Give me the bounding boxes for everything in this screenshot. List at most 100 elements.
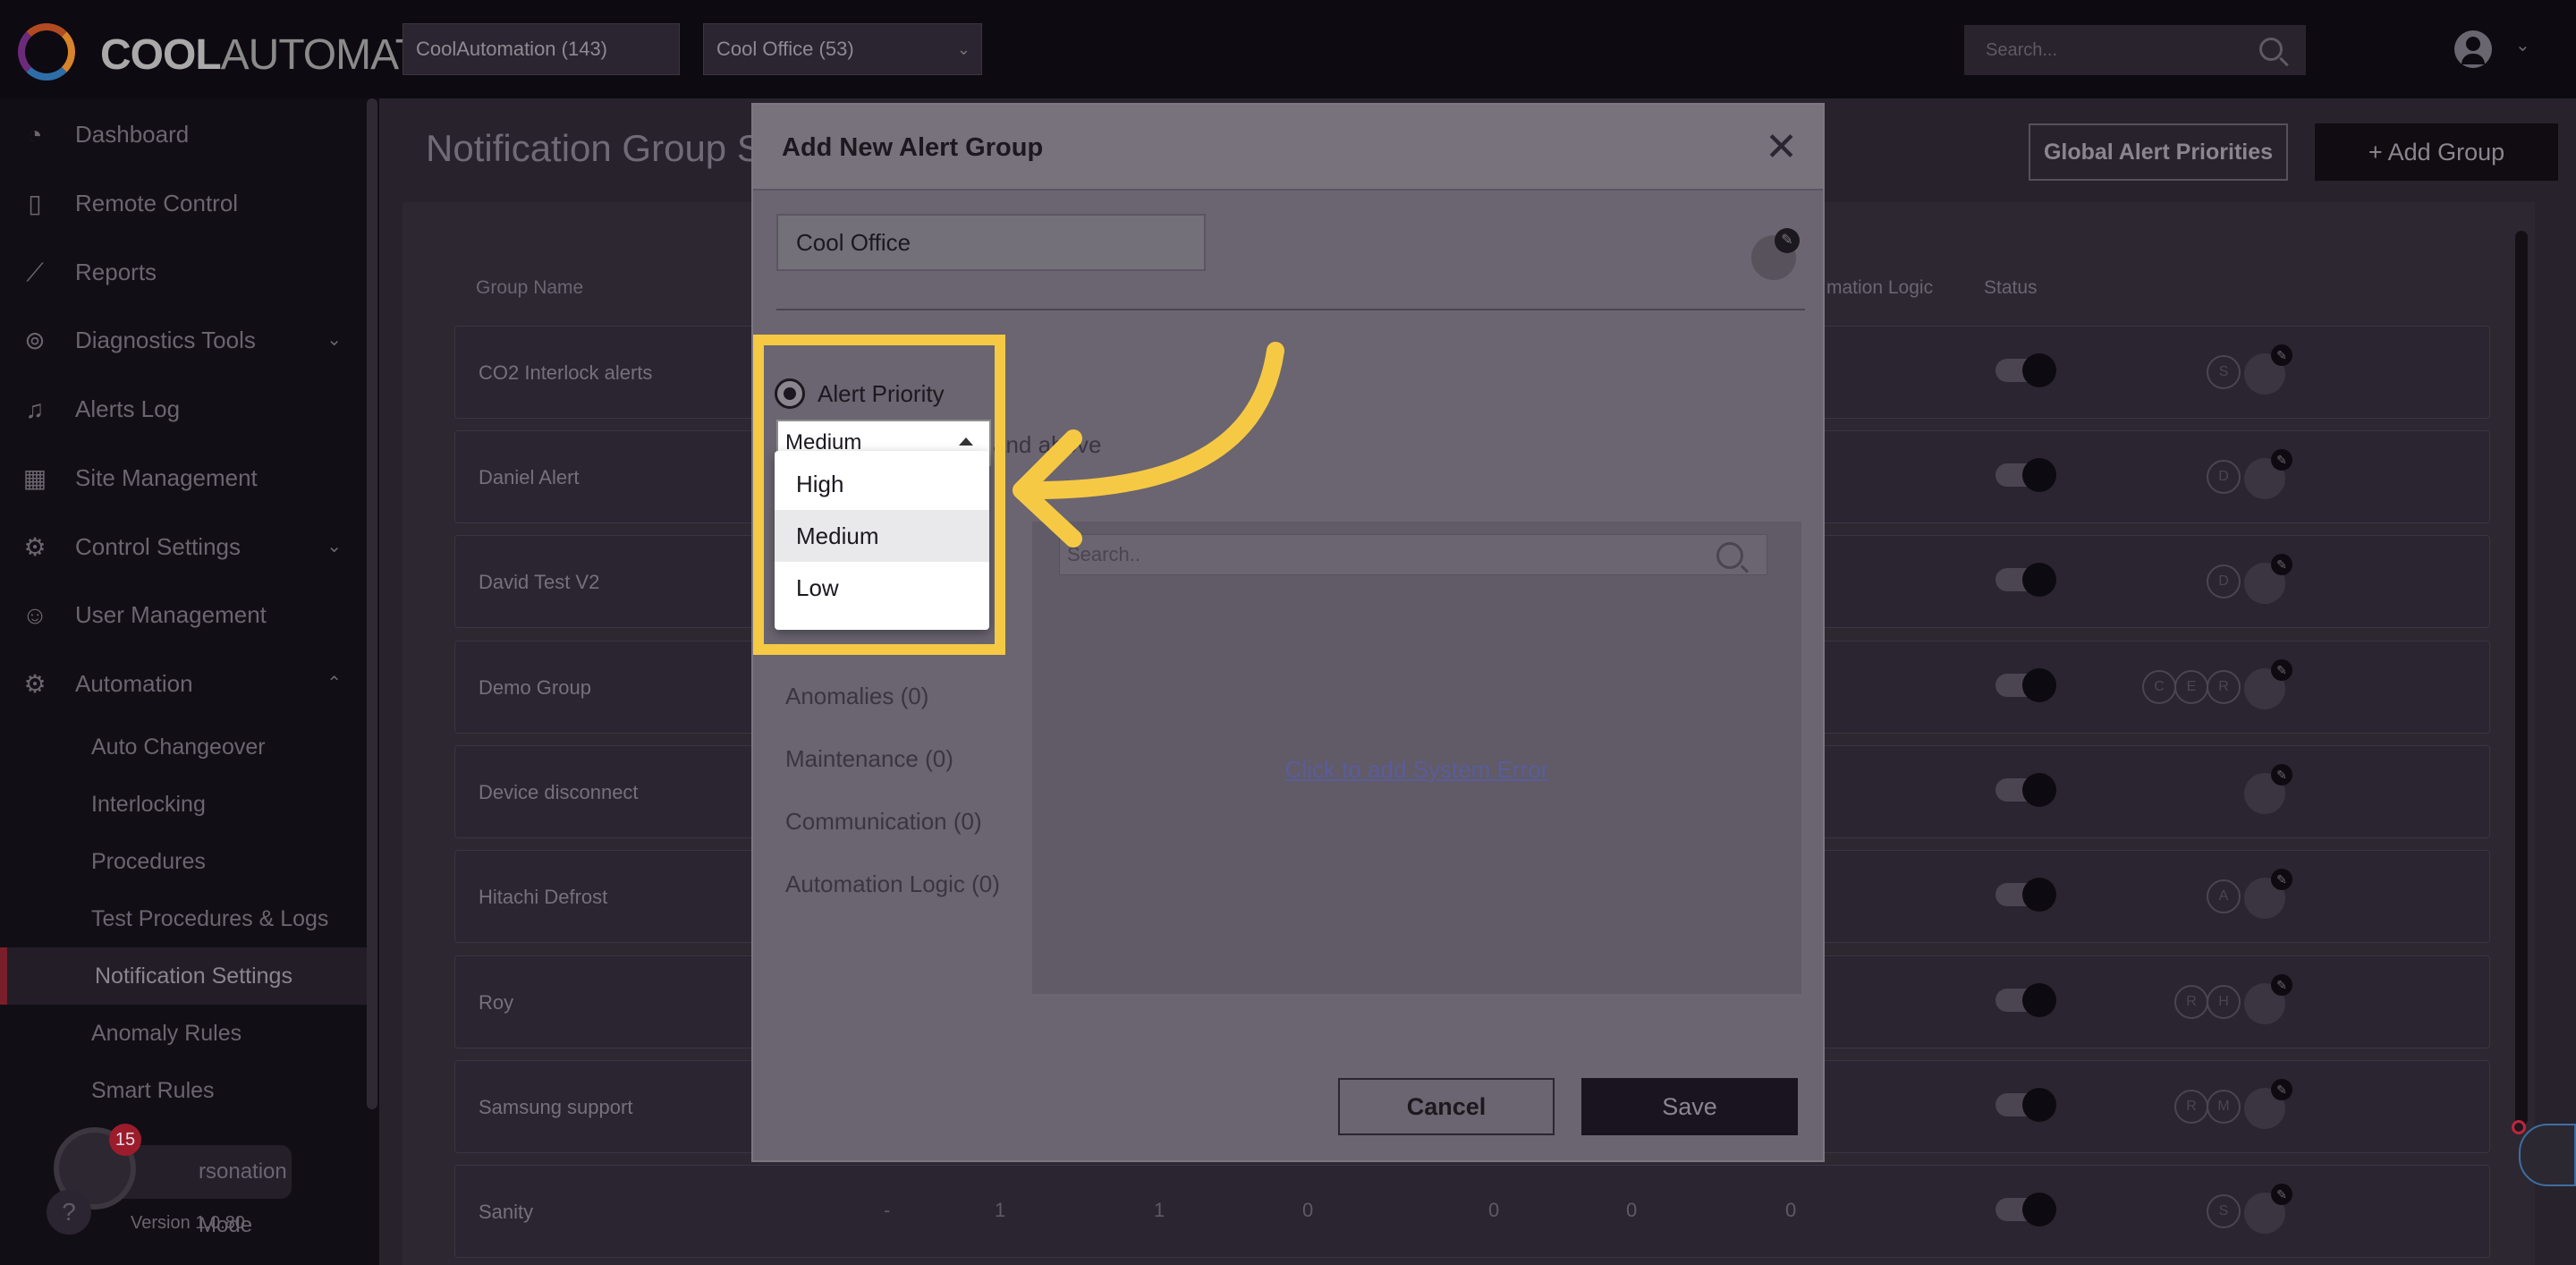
member-chip: D (2207, 565, 2241, 599)
global-alert-priorities-button[interactable]: Global Alert Priorities (2029, 123, 2288, 181)
automation-icon: ⚙ (23, 670, 47, 698)
status-toggle[interactable] (1996, 773, 2056, 807)
sidebar-item-user-management[interactable]: ☺ User Management (0, 581, 367, 649)
page-title: Notification Group S (426, 127, 762, 169)
chat-widget[interactable] (2519, 1124, 2576, 1186)
group-name-cell: Samsung support (479, 1096, 633, 1118)
group-name-cell: Roy (479, 991, 514, 1014)
sanity-value: 0 (1785, 1199, 1797, 1221)
edit-icon[interactable]: ✎ (2271, 344, 2292, 366)
save-button[interactable]: Save (1581, 1078, 1798, 1135)
sidebar-subitem-smart-rules[interactable]: Smart Rules (0, 1062, 367, 1119)
sanity-value: 0 (1626, 1199, 1638, 1221)
customer-select[interactable]: CoolAutomation (143) (402, 23, 680, 75)
sidebar-item-remote-control[interactable]: ▯ Remote Control (0, 169, 367, 237)
sidebar-subitem-anomaly-rules[interactable]: Anomaly Rules (0, 1005, 367, 1062)
member-chip: R (2174, 1090, 2208, 1124)
member-chip: S (2207, 1194, 2241, 1228)
status-toggle[interactable] (1996, 1193, 2056, 1227)
category-automation-logic[interactable]: Automation Logic (0) (785, 853, 1000, 915)
category-list: Anomalies (0) Maintenance (0) Communicat… (785, 665, 1000, 915)
category-maintenance[interactable]: Maintenance (0) (785, 727, 1000, 790)
edit-avatar-icon[interactable]: ✎ (1775, 228, 1800, 253)
search-icon (2259, 38, 2283, 61)
user-icon: ☺ (21, 601, 48, 629)
category-communication[interactable]: Communication (0) (785, 790, 1000, 853)
sidebar-item-dashboard[interactable]: ◔ Dashboard (0, 100, 367, 168)
close-icon[interactable]: ✕ (1765, 123, 1798, 173)
sidebar-item-site-management[interactable]: ▦ Site Management (0, 444, 367, 512)
edit-icon[interactable]: ✎ (2271, 974, 2292, 996)
group-name-cell: David Test V2 (479, 571, 600, 593)
chevron-down-icon[interactable]: ⌄ (2515, 34, 2530, 56)
sidebar-item-diagnostics[interactable]: ⊚ Diagnostics Tools ⌄ (0, 306, 367, 374)
member-chip: D (2207, 460, 2241, 494)
top-bar: COOLAUTOMATION CoolAutomation (143) Cool… (0, 0, 2576, 98)
diagnostics-icon: ⊚ (24, 327, 46, 354)
remote-icon: ▯ (28, 190, 42, 217)
search-icon (1716, 542, 1743, 569)
edit-icon[interactable]: ✎ (2271, 764, 2292, 785)
sanity-value: 1 (1154, 1199, 1165, 1221)
status-toggle[interactable] (1996, 983, 2056, 1017)
edit-icon[interactable]: ✎ (2271, 659, 2292, 681)
tutorial-arrow-icon (1013, 342, 1284, 548)
group-name-cell: Daniel Alert (479, 466, 580, 488)
column-automation-logic: mation Logic (1826, 277, 1934, 298)
status-toggle[interactable] (1996, 353, 2056, 387)
group-name-cell: Device disconnect (479, 781, 639, 803)
sidebar-subitem-test-procedures[interactable]: Test Procedures & Logs (0, 890, 367, 947)
table-row[interactable]: Sanity S ✎ (454, 1165, 2490, 1258)
sidebar-subitem-notification-settings[interactable]: Notification Settings (0, 947, 367, 1005)
chat-notification-dot (2512, 1120, 2526, 1134)
status-toggle[interactable] (1996, 563, 2056, 597)
sidebar-item-alerts-log[interactable]: ♫ Alerts Log (0, 375, 367, 443)
site-select[interactable]: Cool Office (53) ⌄ (703, 23, 982, 75)
cancel-button[interactable]: Cancel (1338, 1078, 1555, 1135)
member-chip: R (2174, 985, 2208, 1019)
sidebar-subitem-interlocking[interactable]: Interlocking (0, 776, 367, 833)
sidebar-item-control-settings[interactable]: ⚙ Control Settings ⌄ (0, 513, 367, 581)
status-toggle[interactable] (1996, 878, 2056, 912)
member-chip: R (2207, 670, 2241, 704)
sidebar-scrollbar[interactable] (367, 98, 377, 1109)
bell-icon: ♫ (25, 395, 45, 423)
status-toggle[interactable] (1996, 458, 2056, 492)
help-icon[interactable]: ? (47, 1190, 91, 1235)
logo: COOLAUTOMATION (18, 23, 495, 81)
sidebar-subitem-procedures[interactable]: Procedures (0, 833, 367, 890)
sidebar-item-reports[interactable]: ⟋ Reports (0, 238, 367, 306)
add-system-error-link[interactable]: Click to add System Error (1032, 756, 1801, 784)
sidebar-item-automation[interactable]: ⚙ Automation ⌃ (0, 649, 367, 717)
member-chip: A (2207, 879, 2241, 913)
sidebar-subitem-auto-changeover[interactable]: Auto Changeover (0, 718, 367, 776)
add-group-button[interactable]: + Add Group (2315, 123, 2558, 181)
status-toggle[interactable] (1996, 1088, 2056, 1122)
search-input[interactable]: Search... (1964, 25, 2306, 75)
member-chip: E (2174, 670, 2208, 704)
status-toggle[interactable] (1996, 668, 2056, 702)
edit-icon[interactable]: ✎ (2271, 1079, 2292, 1100)
sanity-value: 0 (1488, 1199, 1500, 1221)
edit-icon[interactable]: ✎ (2271, 1184, 2292, 1205)
modal-divider (776, 309, 1805, 310)
category-anomalies[interactable]: Anomalies (0) (785, 665, 1000, 727)
edit-icon[interactable]: ✎ (2271, 449, 2292, 471)
sanity-value: - (884, 1199, 891, 1221)
main-scrollbar[interactable] (2515, 231, 2528, 1125)
version-label: Version 1.0.80 (131, 1213, 245, 1233)
edit-icon[interactable]: ✎ (2271, 554, 2292, 575)
member-chip: S (2207, 355, 2241, 389)
column-group-name: Group Name (476, 277, 584, 298)
user-avatar-icon[interactable] (2454, 30, 2492, 68)
chevron-down-icon: ⌄ (326, 537, 342, 556)
edit-icon[interactable]: ✎ (2271, 869, 2292, 890)
column-status: Status (1984, 277, 2038, 298)
group-name-input[interactable]: Cool Office (776, 214, 1206, 271)
modal-header: Add New Alert Group ✕ (753, 105, 1823, 191)
group-name-cell: Hitachi Defrost (479, 886, 608, 908)
group-name-cell: Demo Group (479, 676, 591, 699)
tutorial-highlight-box (753, 335, 1005, 655)
reports-icon: ⟋ (26, 259, 44, 286)
modal-title: Add New Alert Group (782, 133, 1044, 162)
